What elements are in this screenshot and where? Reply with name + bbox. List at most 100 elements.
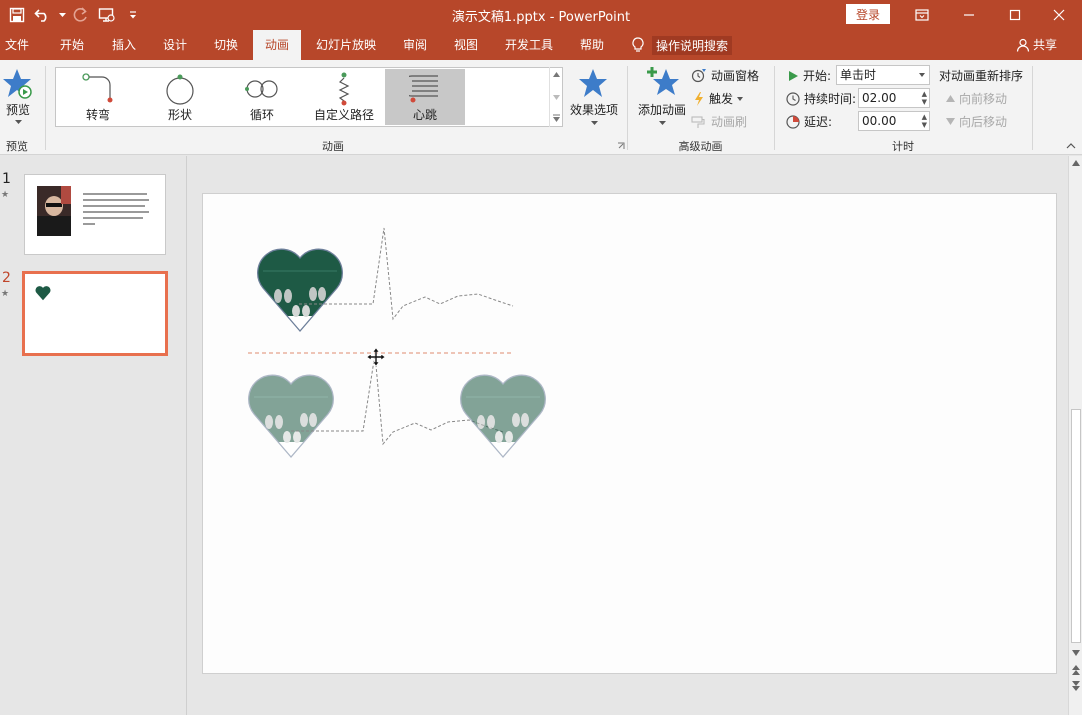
- duration-label: 持续时间:: [804, 92, 857, 106]
- gallery-label: 转弯: [85, 108, 110, 122]
- slide-canvas[interactable]: [202, 193, 1057, 674]
- start-value: 单击时: [840, 68, 877, 82]
- turn-path-icon: [82, 73, 113, 103]
- duration-input[interactable]: 02.00 ▲ ▼: [858, 88, 930, 108]
- animation-pane-icon: [691, 69, 706, 83]
- start-select[interactable]: 单击时: [836, 65, 930, 85]
- group-label-animation: 动画: [322, 140, 344, 153]
- share-label: 共享: [1033, 38, 1058, 52]
- trigger-label: 触发: [709, 92, 734, 106]
- gallery-label: 循环: [249, 108, 274, 122]
- painter-icon: [691, 115, 705, 128]
- animation-gallery: 转弯 形状 循环 自定义路径 心跳: [55, 67, 563, 127]
- effect-options-button[interactable]: 效果选项: [566, 68, 622, 130]
- slide-thumbnail-2[interactable]: [22, 271, 168, 356]
- slide-number: 1: [2, 171, 11, 187]
- group-label-preview: 预览: [6, 140, 28, 153]
- gallery-more-icon[interactable]: [553, 114, 560, 122]
- start-label: 开始:: [803, 69, 832, 83]
- scroll-down-icon[interactable]: [1072, 650, 1080, 656]
- collapse-ribbon-icon[interactable]: [1066, 143, 1076, 149]
- gallery-item-loop[interactable]: 循环: [222, 69, 302, 125]
- animation-painter-label: 动画刷: [711, 115, 748, 129]
- delay-input[interactable]: 00.00 ▲ ▼: [858, 111, 930, 131]
- gallery-label: 形状: [167, 108, 192, 122]
- heartbeat-path-icon: [409, 75, 438, 103]
- share-button[interactable]: 共享: [1016, 36, 1057, 53]
- effect-options-label: 效果选项: [569, 103, 618, 117]
- tab-file[interactable]: 文件: [0, 30, 34, 60]
- effect-star-icon: [579, 69, 607, 97]
- scroll-up-icon[interactable]: [1072, 160, 1080, 166]
- gallery-item-custom-path[interactable]: 自定义路径: [304, 69, 384, 125]
- slide-content: [203, 227, 1058, 675]
- lightning-icon: [695, 91, 703, 106]
- tab-home[interactable]: 开始: [52, 30, 92, 60]
- close-icon: [1053, 9, 1065, 21]
- add-animation-button[interactable]: 添加动画: [636, 66, 688, 130]
- heart-picture: [258, 236, 343, 336]
- gallery-item-turn[interactable]: 转弯: [58, 69, 138, 125]
- delay-spinner[interactable]: ▲ ▼: [922, 113, 927, 129]
- dialog-launcher-icon[interactable]: [617, 142, 625, 150]
- gallery-item-heartbeat[interactable]: 心跳: [385, 69, 465, 125]
- close-button[interactable]: [1036, 0, 1082, 30]
- tab-design[interactable]: 设计: [155, 30, 195, 60]
- lightbulb-icon: [632, 37, 644, 52]
- title-bar: 演示文稿1.pptx - PowerPoint 登录: [0, 0, 1082, 30]
- tab-insert[interactable]: 插入: [104, 30, 144, 60]
- chevron-down-icon: [737, 96, 744, 101]
- slide-thumbnail-1[interactable]: [24, 174, 166, 255]
- tab-developer[interactable]: 开发工具: [498, 30, 560, 60]
- delay-row: 延迟:: [786, 113, 832, 130]
- add-animation-icon: [647, 67, 679, 95]
- scroll-thumb[interactable]: [1071, 409, 1081, 643]
- play-icon: [789, 70, 798, 81]
- tab-slideshow[interactable]: 幻灯片放映: [310, 30, 382, 60]
- add-animation-label: 添加动画: [637, 103, 686, 117]
- tab-animations[interactable]: 动画: [253, 30, 301, 60]
- gallery-scroll-up-icon[interactable]: [553, 72, 560, 77]
- gallery-scroll-down-icon[interactable]: [553, 95, 560, 100]
- vertical-scrollbar[interactable]: [1068, 156, 1082, 715]
- tell-me-text: 操作说明搜索: [652, 35, 733, 55]
- animation-pane-button[interactable]: 动画窗格: [691, 67, 759, 84]
- move-later-button[interactable]: 向后移动: [946, 113, 1007, 130]
- gallery-label: 自定义路径: [313, 108, 374, 122]
- previous-slide-icon[interactable]: [1072, 665, 1080, 675]
- group-label-advanced: 高级动画: [678, 140, 723, 153]
- minimize-button[interactable]: [946, 0, 992, 30]
- tab-review[interactable]: 审阅: [395, 30, 435, 60]
- thumbnail-text-lines: [83, 193, 151, 229]
- group-label-timing: 计时: [892, 140, 914, 153]
- preview-button[interactable]: 预览: [2, 68, 34, 128]
- delay-clock-icon: [786, 114, 800, 129]
- reorder-title: 对动画重新排序: [939, 69, 1024, 83]
- group-separator: [1032, 66, 1033, 150]
- tell-me-box[interactable]: 操作说明搜索: [632, 35, 733, 55]
- tab-transitions[interactable]: 切换: [206, 30, 246, 60]
- login-button[interactable]: 登录: [846, 4, 890, 24]
- delay-label: 延迟:: [804, 115, 833, 129]
- ribbon-display-options-button[interactable]: [899, 0, 945, 30]
- gallery-label: 心跳: [412, 108, 437, 122]
- gallery-item-shape[interactable]: 形状: [140, 69, 220, 125]
- thumbnail-heart-icon: [35, 286, 51, 301]
- duration-value: 02.00: [862, 91, 897, 105]
- shape-path-icon: [166, 74, 194, 105]
- tab-help[interactable]: 帮助: [572, 30, 612, 60]
- chevron-down-icon: [919, 73, 925, 77]
- move-earlier-button[interactable]: 向前移动: [946, 90, 1007, 107]
- start-row: 开始:: [787, 67, 831, 84]
- chevron-down-icon: [659, 121, 666, 125]
- animation-star-icon: ★: [1, 190, 10, 200]
- next-slide-icon[interactable]: [1072, 681, 1080, 691]
- maximize-button[interactable]: [992, 0, 1038, 30]
- maximize-icon: [1009, 9, 1021, 21]
- tab-view[interactable]: 视图: [446, 30, 486, 60]
- trigger-button[interactable]: 触发: [693, 90, 744, 107]
- animation-painter-button[interactable]: 动画刷: [691, 113, 747, 130]
- duration-spinner[interactable]: ▲ ▼: [922, 90, 927, 106]
- ribbon-display-icon: [915, 9, 929, 21]
- move-cursor-icon: [366, 347, 386, 367]
